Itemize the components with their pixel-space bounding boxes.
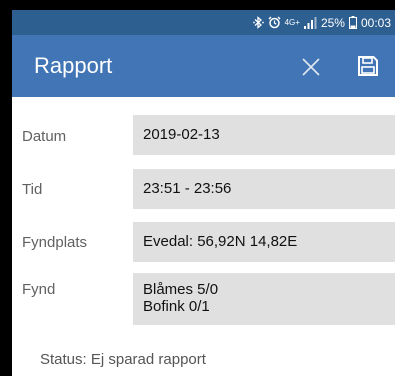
fyndplats-label: Fyndplats [22, 234, 88, 251]
network-type: 4G+ [284, 18, 300, 27]
tid-field[interactable]: 23:51 - 23:56 [133, 169, 395, 209]
fynd-label: Fynd [22, 281, 56, 298]
signal-icon [303, 16, 317, 29]
clock-time: 00:03 [360, 15, 391, 30]
close-button[interactable] [296, 52, 326, 82]
fyndplats-field[interactable]: Evedal: 56,92N 14,82E [133, 222, 395, 262]
tid-label: Tid [22, 181, 43, 198]
save-icon [358, 56, 378, 76]
page-title: Rapport [34, 53, 113, 78]
battery-percent: 25% [320, 15, 345, 30]
status-bar: 4G+ 25% 00:03 [12, 10, 395, 35]
report-form: Datum 2019-02-13 Tid 23:51 - 23:56 Fyndp… [12, 97, 395, 376]
status-text: Status: Ej sparad rapport [40, 351, 206, 368]
close-icon [302, 58, 320, 76]
phone-screen: 4G+ 25% 00:03 Rapport Datum 2019-02-13 T… [12, 10, 395, 376]
battery-icon [348, 16, 357, 29]
alarm-icon [268, 16, 281, 29]
datum-field[interactable]: 2019-02-13 [133, 115, 395, 155]
datum-label: Datum [22, 128, 67, 145]
app-bar: Rapport [12, 35, 395, 97]
fynd-line: Blåmes 5/0 [143, 281, 219, 298]
save-button[interactable] [353, 51, 383, 81]
status-bar-indicators: 4G+ 25% 00:03 [252, 10, 391, 35]
fynd-field[interactable]: Blåmes 5/0 Bofink 0/1 [133, 273, 395, 325]
bluetooth-icon [252, 16, 264, 29]
fynd-line: Bofink 0/1 [143, 298, 210, 315]
